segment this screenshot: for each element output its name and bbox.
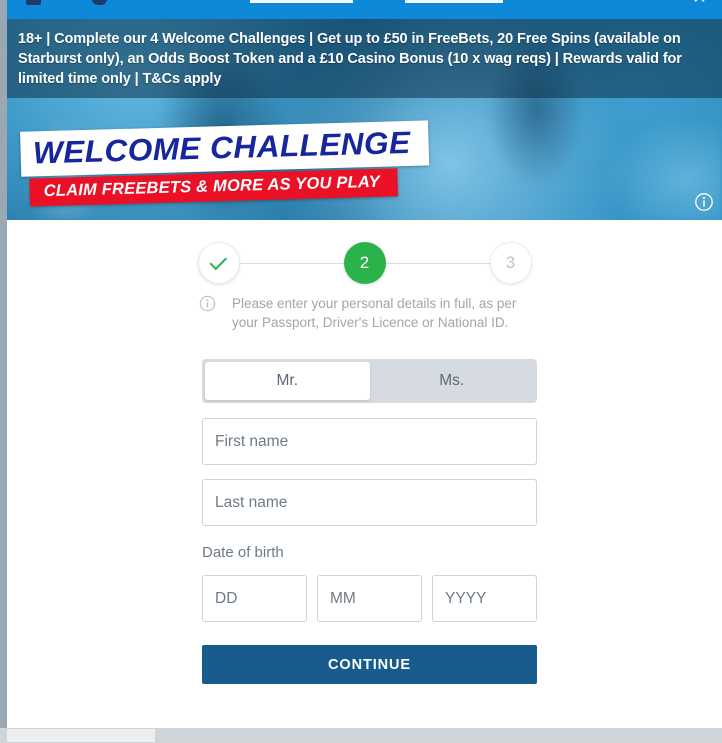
date-of-birth-group: DD MM YYYY (202, 575, 537, 622)
info-icon[interactable] (694, 192, 714, 212)
info-icon (199, 295, 216, 312)
check-icon (208, 252, 227, 270)
step-connector-2 (385, 262, 490, 264)
continue-button[interactable]: CONTINUE (202, 645, 537, 684)
horizontal-scrollbar-thumb[interactable] (7, 729, 155, 742)
dob-day-input[interactable]: DD (202, 575, 307, 622)
step-2-current[interactable]: 2 (343, 242, 386, 284)
nav-pill-left[interactable] (250, 0, 353, 3)
browser-top-bar: ✕ (0, 0, 722, 19)
note-text: Please enter your personal details in fu… (232, 296, 517, 330)
registration-page: ✕ 18+ | Complete our 4 Welcome Challenge… (0, 0, 722, 743)
banner-subhead: CLAIM FREEBETS & MORE AS YOU PLAY (43, 172, 381, 201)
banner-disclaimer: 18+ | Complete our 4 Welcome Challenges … (7, 19, 722, 98)
step-1-complete[interactable] (197, 242, 240, 284)
first-name-input[interactable]: First name (202, 418, 537, 465)
title-option-ms[interactable]: Ms. (370, 362, 535, 400)
viewport-left-edge (0, 0, 7, 728)
bookmark-icon[interactable] (26, 0, 41, 5)
registration-form-panel: 2 3 Please enter your personal details i… (7, 220, 722, 728)
step-3-upcoming[interactable]: 3 (489, 242, 532, 284)
progress-stepper: 2 3 (7, 242, 722, 284)
promo-banner: 18+ | Complete our 4 Welcome Challenges … (7, 19, 722, 220)
last-name-input[interactable]: Last name (202, 479, 537, 526)
shield-icon[interactable] (92, 0, 107, 5)
nav-pill-middle[interactable] (356, 0, 402, 3)
close-icon[interactable]: ✕ (691, 0, 708, 6)
nav-pill-right[interactable] (405, 0, 503, 3)
title-toggle-group: Mr. Ms. (202, 359, 537, 403)
horizontal-scrollbar[interactable] (0, 728, 722, 743)
date-of-birth-label: Date of birth (202, 544, 284, 561)
step-connector-1 (239, 262, 344, 264)
banner-disclaimer-text: 18+ | Complete our 4 Welcome Challenges … (18, 30, 682, 87)
dob-year-input[interactable]: YYYY (432, 575, 537, 622)
dob-month-input[interactable]: MM (317, 575, 422, 622)
personal-details-note: Please enter your personal details in fu… (199, 294, 529, 332)
banner-headline: WELCOME CHALLENGE (32, 124, 411, 171)
title-option-mr[interactable]: Mr. (205, 362, 370, 400)
